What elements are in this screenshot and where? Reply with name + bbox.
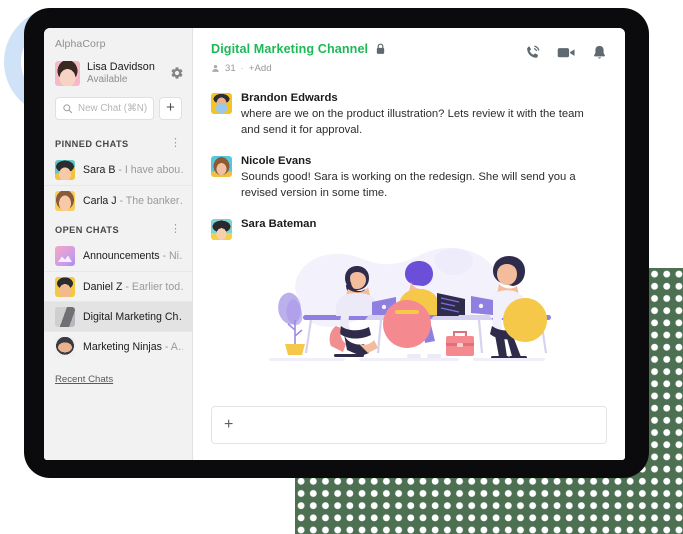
page-title: Digital Marketing Channel (211, 42, 369, 56)
phone-call-icon[interactable] (524, 44, 541, 61)
message-item: Nicole Evans Sounds good! Sara is workin… (211, 155, 607, 202)
message-text: Sounds good! Sara is working on the rede… (241, 170, 576, 200)
sidebar-item-label: Carla J - The banker… (83, 195, 183, 207)
chat-name: Daniel Z (83, 280, 123, 293)
search-input[interactable] (78, 103, 147, 114)
kebab-menu-icon[interactable]: ⋮ (170, 138, 181, 149)
search-box[interactable] (55, 97, 154, 120)
message-author: Nicole Evans (241, 154, 312, 167)
person-icon (212, 64, 219, 72)
chat-preview: - I have abou… (118, 164, 183, 176)
message-item: Sara Bateman (211, 218, 607, 368)
chat-name: Sara B (83, 164, 116, 176)
message-body: Brandon Edwards where are we on the prod… (241, 92, 586, 139)
sidebar-item-label: Marketing Ninjas - A… (83, 341, 183, 353)
add-member-link[interactable]: +Add (249, 63, 272, 74)
current-user-name: Lisa Davidson (87, 60, 155, 73)
kebab-menu-icon[interactable]: ⋮ (170, 224, 181, 235)
chat-name: Announcements (83, 250, 160, 262)
chat-name: Carla J (83, 194, 117, 207)
sidebar-item-marketing-ninjas[interactable]: Marketing Ninjas - A… (44, 331, 192, 361)
chat-preview: - Earlier tod… (125, 280, 183, 293)
message-body: Nicole Evans Sounds good! Sara is workin… (241, 155, 586, 202)
message-item: Brandon Edwards where are we on the prod… (211, 92, 607, 139)
organization-name: AlphaCorp (55, 38, 106, 50)
message-body: Sara Bateman (241, 218, 571, 368)
message-author: Sara Bateman (241, 217, 317, 230)
digital-marketing-avatar (55, 306, 75, 327)
sidebar-item-daniel-z[interactable]: Daniel Z - Earlier tod… (44, 271, 192, 301)
marketing-ninjas-avatar (55, 336, 75, 357)
brandon-avatar (211, 93, 232, 114)
sidebar: AlphaCorp Lisa Davidson Available New Ch… (44, 28, 193, 460)
daniel-z-avatar (55, 276, 75, 297)
header-actions (524, 42, 607, 61)
current-user-row[interactable]: Lisa Davidson Available (44, 56, 192, 90)
sara-bateman-avatar (211, 218, 232, 240)
section-header-open-chats: OPEN CHATS ⋮ (44, 215, 192, 241)
chat-preview: - Ni… (162, 250, 183, 262)
sara-b-avatar (55, 160, 75, 180)
search-icon (63, 104, 73, 114)
bell-icon[interactable] (592, 44, 607, 61)
recent-chats-link[interactable]: Recent Chats (44, 361, 192, 385)
chat-preview: - A… (164, 340, 183, 353)
chat-name: Marketing Ninjas (83, 340, 162, 353)
sidebar-item-label: Announcements - Ni… (83, 250, 183, 262)
chat-preview: - The banker… (119, 194, 183, 207)
screenshot-stage: AlphaCorp Lisa Davidson Available New Ch… (0, 0, 683, 534)
sidebar-item-carla-j[interactable]: Carla J - The banker… (44, 185, 192, 215)
team-working-illustration (269, 247, 551, 361)
section-title: OPEN CHATS (55, 224, 120, 235)
lock-icon (376, 43, 385, 54)
sidebar-item-label: Sara B - I have abou… (83, 164, 183, 176)
sidebar-item-label: Digital Marketing Ch… (83, 311, 183, 323)
announcements-avatar (55, 246, 75, 266)
channel-header: Digital Marketing Channel 31 · +Add (193, 28, 625, 74)
channel-header-left: Digital Marketing Channel 31 · +Add (211, 42, 386, 74)
member-meta-row: 31 · +Add (211, 63, 386, 74)
new-chat-button[interactable]: + (159, 97, 182, 120)
sidebar-item-sara-b[interactable]: Sara B - I have abou… (44, 155, 192, 185)
video-camera-icon[interactable] (557, 44, 576, 61)
current-user-meta: Lisa Davidson Available (87, 61, 163, 86)
search-row: + (44, 90, 192, 129)
main-panel: Digital Marketing Channel 31 · +Add Bran… (193, 28, 625, 460)
message-list: Brandon Edwards where are we on the prod… (193, 74, 625, 396)
current-user-status: Available (87, 73, 128, 85)
plus-icon[interactable]: + (224, 416, 233, 434)
message-text: where are we on the product illustration… (241, 108, 584, 137)
nicole-avatar (211, 155, 232, 177)
chat-app-window: AlphaCorp Lisa Davidson Available New Ch… (44, 28, 625, 460)
composer-wrapper: + (193, 396, 625, 460)
sidebar-item-announcements[interactable]: Announcements - Ni… (44, 241, 192, 271)
section-header-pinned-chats: PINNED CHATS ⋮ (44, 129, 192, 155)
message-input[interactable]: + (211, 406, 607, 444)
carla-j-avatar (55, 190, 75, 211)
message-author: Brandon Edwards (241, 92, 338, 104)
meta-separator: · (240, 63, 244, 74)
avatar (55, 60, 80, 86)
channel-title-row: Digital Marketing Channel (211, 42, 386, 56)
chat-name: Digital Marketing Ch… (83, 310, 183, 323)
member-count: 31 (225, 63, 236, 74)
sidebar-item-label: Daniel Z - Earlier tod… (83, 281, 183, 293)
gear-icon[interactable] (170, 66, 184, 80)
sidebar-item-digital-marketing-channel[interactable]: Digital Marketing Ch… (44, 301, 192, 331)
section-title: PINNED CHATS (55, 138, 129, 149)
